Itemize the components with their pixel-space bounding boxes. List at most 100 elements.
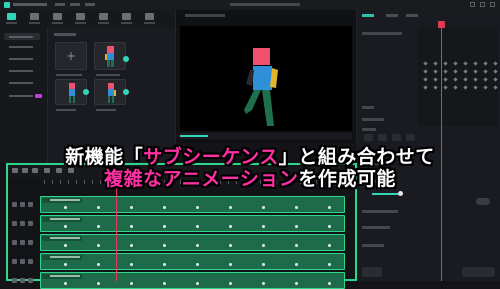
clip-keyframe[interactable] xyxy=(163,282,166,285)
track-lock-icon[interactable] xyxy=(12,221,17,226)
clip-keyframe[interactable] xyxy=(130,206,133,209)
clip-keyframe[interactable] xyxy=(262,282,265,285)
track-audio-icon[interactable] xyxy=(28,202,33,207)
titles-tab-icon[interactable] xyxy=(76,13,85,20)
clip-keyframe[interactable] xyxy=(163,206,166,209)
track-eye-icon[interactable] xyxy=(20,259,25,264)
clip-keyframe[interactable] xyxy=(130,282,133,285)
import-media-button[interactable]: + xyxy=(55,42,87,70)
clip-keyframe[interactable] xyxy=(229,206,232,209)
menu-item[interactable] xyxy=(85,3,95,6)
setting-toggle[interactable] xyxy=(476,198,490,205)
clip-keyframe[interactable] xyxy=(64,244,67,247)
sidebar-item-label[interactable] xyxy=(9,82,33,84)
clip-keyframe[interactable] xyxy=(229,225,232,228)
clip-keyframe[interactable] xyxy=(295,263,298,266)
clip-keyframe[interactable] xyxy=(196,244,199,247)
clip-keyframe[interactable] xyxy=(229,282,232,285)
clip-keyframe[interactable] xyxy=(163,244,166,247)
media-tab-icon[interactable] xyxy=(7,13,16,20)
app-name xyxy=(13,3,47,6)
clip-keyframe[interactable] xyxy=(130,244,133,247)
media-thumbnail[interactable] xyxy=(94,79,126,105)
clip-keyframe[interactable] xyxy=(64,263,67,266)
clip-keyframe[interactable] xyxy=(295,244,298,247)
sidebar-item-label[interactable] xyxy=(9,46,33,48)
flip-vertical-button[interactable] xyxy=(378,134,387,141)
imported-check-icon xyxy=(83,89,89,95)
clip-keyframe[interactable] xyxy=(130,225,133,228)
sidebar-item-label[interactable] xyxy=(9,70,33,72)
clip-keyframe[interactable] xyxy=(328,244,331,247)
stock-media-tab-label xyxy=(29,22,40,24)
sidebar-item-label[interactable] xyxy=(9,58,33,60)
reset-button[interactable] xyxy=(362,267,382,277)
clip-keyframe[interactable] xyxy=(295,225,298,228)
clip-keyframe[interactable] xyxy=(130,263,133,266)
flip-horizontal-button[interactable] xyxy=(364,134,373,141)
clip-keyframe[interactable] xyxy=(196,263,199,266)
track-eye-icon[interactable] xyxy=(20,240,25,245)
sidebar-item-label[interactable] xyxy=(9,95,33,97)
clip-keyframe[interactable] xyxy=(196,225,199,228)
transitions-tab-icon[interactable] xyxy=(99,13,108,20)
properties-tab[interactable] xyxy=(362,14,374,17)
clip-keyframe[interactable] xyxy=(196,282,199,285)
track-eye-icon[interactable] xyxy=(20,221,25,226)
clip-keyframe[interactable] xyxy=(295,282,298,285)
track-eye-icon[interactable] xyxy=(20,202,25,207)
maximize-icon[interactable] xyxy=(480,2,485,7)
preview-canvas[interactable] xyxy=(180,26,352,131)
clip-keyframe[interactable] xyxy=(64,282,67,285)
clip-keyframe[interactable] xyxy=(163,263,166,266)
clip-keyframe[interactable] xyxy=(295,206,298,209)
rotate-button[interactable] xyxy=(392,134,401,141)
clip-keyframe[interactable] xyxy=(97,244,100,247)
timeline-clip[interactable] xyxy=(40,215,345,232)
stickers-tab-icon[interactable] xyxy=(145,13,154,20)
clip-keyframe[interactable] xyxy=(262,225,265,228)
timeline-clip[interactable] xyxy=(40,234,345,251)
clip-keyframe[interactable] xyxy=(328,225,331,228)
effects-tab-icon[interactable] xyxy=(122,13,131,20)
keyframe-playhead-handle[interactable] xyxy=(438,21,445,28)
track-audio-icon[interactable] xyxy=(28,259,33,264)
clip-keyframe[interactable] xyxy=(163,225,166,228)
transitions-tab-label xyxy=(98,22,109,24)
clip-keyframe[interactable] xyxy=(328,263,331,266)
caption-line-1: 新機能「サブシーケンス」と組み合わせて xyxy=(65,146,435,168)
track-lock-icon[interactable] xyxy=(12,240,17,245)
keyframe-panel-button[interactable] xyxy=(462,267,495,277)
clip-keyframe[interactable] xyxy=(262,263,265,266)
clip-keyframe[interactable] xyxy=(97,263,100,266)
clip-keyframe[interactable] xyxy=(64,225,67,228)
clip-keyframe[interactable] xyxy=(97,282,100,285)
track-lock-icon[interactable] xyxy=(12,202,17,207)
track-audio-icon[interactable] xyxy=(28,221,33,226)
properties-tab[interactable] xyxy=(406,14,418,17)
clip-keyframe[interactable] xyxy=(328,282,331,285)
property-label xyxy=(362,118,384,121)
timeline-clip[interactable] xyxy=(40,253,345,270)
minimize-icon[interactable] xyxy=(470,2,475,7)
clip-keyframe[interactable] xyxy=(97,206,100,209)
clip-keyframe[interactable] xyxy=(262,244,265,247)
audio-tab-icon[interactable] xyxy=(53,13,62,20)
clip-keyframe[interactable] xyxy=(229,263,232,266)
clip-keyframe[interactable] xyxy=(229,244,232,247)
menu-item[interactable] xyxy=(70,3,80,6)
clip-keyframe[interactable] xyxy=(196,206,199,209)
align-button[interactable] xyxy=(406,134,415,141)
media-thumbnail[interactable] xyxy=(94,42,126,70)
close-icon[interactable] xyxy=(490,2,495,7)
clip-keyframe[interactable] xyxy=(64,206,67,209)
clip-keyframe[interactable] xyxy=(328,206,331,209)
track-lock-icon[interactable] xyxy=(12,259,17,264)
properties-tab[interactable] xyxy=(386,14,398,17)
menu-item[interactable] xyxy=(55,3,65,6)
clip-keyframe[interactable] xyxy=(97,225,100,228)
track-audio-icon[interactable] xyxy=(28,240,33,245)
stock-media-tab-icon[interactable] xyxy=(30,13,39,20)
clip-keyframe[interactable] xyxy=(262,206,265,209)
timeline-clip[interactable] xyxy=(40,196,345,213)
